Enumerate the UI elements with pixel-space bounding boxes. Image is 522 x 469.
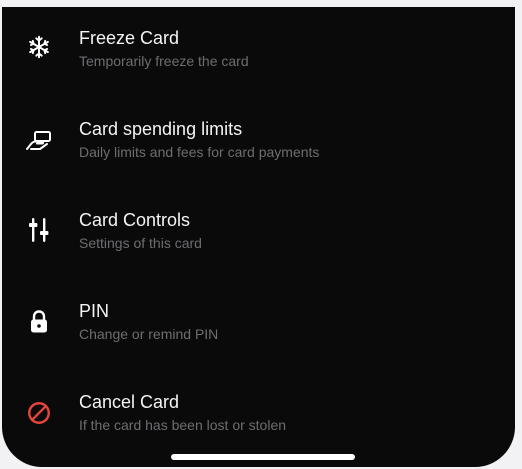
sliders-icon (24, 215, 54, 245)
phone-screen: Freeze Card Temporarily freeze the card … (2, 7, 515, 467)
menu-item-title: Cancel Card (79, 392, 180, 412)
menu-item-title: PIN (79, 301, 110, 321)
snowflake-icon (24, 32, 54, 62)
menu-item-subtitle: Daily limits and fees for card payments (79, 144, 320, 160)
menu-item-freeze-card[interactable]: Freeze Card Temporarily freeze the card (2, 26, 515, 98)
menu-item-title: Freeze Card (79, 28, 180, 48)
cancel-icon (24, 398, 54, 428)
menu-item-pin[interactable]: PIN Change or remind PIN (2, 299, 515, 371)
menu-item-subtitle: If the card has been lost or stolen (79, 417, 287, 433)
lock-icon (24, 307, 54, 337)
home-indicator (171, 454, 355, 460)
menu-item-title: Card Controls (79, 210, 191, 230)
menu-item-cancel-card[interactable]: Cancel Card If the card has been lost or… (2, 390, 515, 462)
menu-item-subtitle: Temporarily freeze the card (79, 53, 249, 69)
menu-item-title: Card spending limits (79, 119, 243, 139)
menu-item-card-controls[interactable]: Card Controls Settings of this card (2, 208, 515, 280)
menu-item-subtitle: Settings of this card (79, 235, 202, 251)
menu-item-card-spending-limits[interactable]: Card spending limits Daily limits and fe… (2, 117, 515, 189)
menu-item-subtitle: Change or remind PIN (79, 326, 219, 342)
hand-card-icon (24, 126, 54, 156)
